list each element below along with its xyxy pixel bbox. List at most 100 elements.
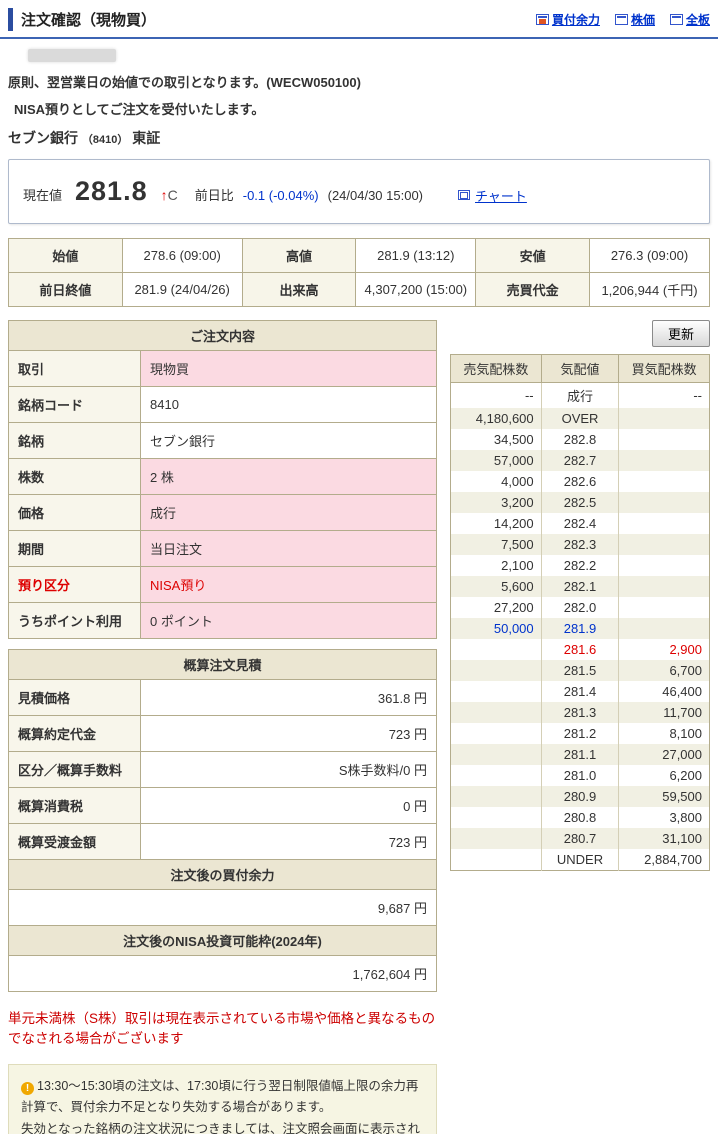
nisa-notice: NISA預りとしてご注文を受付いたします。 <box>14 102 265 117</box>
section-value: 9,687 円 <box>8 889 437 926</box>
chart-link[interactable]: チャート <box>458 186 527 205</box>
s-share-warning: 単元未満株（S株）取引は現在表示されている市場や価格と異なるものでなされる場合が… <box>8 1011 436 1046</box>
book-row: 7,500 282.3 <box>450 534 710 555</box>
price-cell: UNDER <box>540 849 619 871</box>
detail-value: セブン銀行 <box>140 422 437 459</box>
book-row: 281.2 8,100 <box>451 723 710 744</box>
quote-value: 276.3 (09:00) <box>588 238 711 273</box>
estimate-row: 区分／概算手数料 S株手数料/0 円 <box>8 751 437 788</box>
book-row: 3,200 282.5 <box>450 492 710 513</box>
buy-qty-cell <box>618 513 710 534</box>
buy-qty-cell: 8,100 <box>618 723 710 744</box>
main-content: 原則、翌営業日の始値での取引となります。(WECW050100) NISA預りと… <box>0 49 718 1134</box>
order-detail-row: 銘柄コード 8410 <box>8 386 437 423</box>
page-header: 注文確認（現物買） 買付余力 株価 全板 <box>0 0 718 39</box>
detail-label: うちポイント利用 <box>8 602 141 639</box>
price-cell: 282.1 <box>540 576 619 597</box>
book-header-row: 売気配株数 気配値 買気配株数 <box>450 354 710 383</box>
estimate-value: 361.8 円 <box>140 679 437 716</box>
section-title: 注文後のNISA投資可能枠(2024年) <box>8 925 437 956</box>
sell-qty-cell: 5,600 <box>450 576 542 597</box>
full-board-icon <box>669 14 683 25</box>
book-header: 気配値 <box>540 354 620 383</box>
quote-value: 1,206,944 (千円) <box>588 272 711 307</box>
detail-label: 株数 <box>8 458 141 495</box>
detail-value: 当日注文 <box>140 530 437 567</box>
header-link-stock-price[interactable]: 株価 <box>614 11 655 28</box>
quote-label: 前日終値 <box>8 272 123 307</box>
order-detail-row: 価格 成行 <box>8 494 437 531</box>
book-row: 57,000 282.7 <box>450 450 710 471</box>
book-row: 281.5 6,700 <box>450 660 710 681</box>
buy-qty-cell <box>618 576 710 597</box>
price-cell: 282.3 <box>540 534 619 555</box>
price-cell: 281.5 <box>540 660 619 681</box>
price-cell: 281.2 <box>540 723 619 744</box>
buy-qty-cell <box>618 534 710 555</box>
price-cell: 281.6 <box>540 639 619 660</box>
stock-price-icon <box>614 14 628 25</box>
buy-qty-cell: 2,884,700 <box>618 849 710 871</box>
order-confirmation-page: 注文確認（現物買） 買付余力 株価 全板 原則、翌営業日の始値での取引となります。(… <box>0 0 718 1134</box>
quote-label: 出来高 <box>241 272 357 307</box>
quote-value: 281.9 (13:12) <box>355 238 477 273</box>
sell-qty-cell: 57,000 <box>450 450 542 471</box>
book-row: 281.6 2,900 <box>451 639 710 660</box>
buying-power-icon <box>535 14 549 25</box>
quote-label: 売買代金 <box>475 272 590 307</box>
estimate-title: 概算注文見積 <box>8 649 437 680</box>
sell-qty-cell: 2,100 <box>501 558 534 573</box>
buy-qty-cell <box>618 429 710 450</box>
header-link-label: 全板 <box>685 13 710 27</box>
sell-qty-cell: 4,000 <box>501 474 534 489</box>
change-label: 前日比 <box>194 188 234 203</box>
change-time: (24/04/30 15:00) <box>327 188 424 203</box>
estimate-value: S株手数料/0 円 <box>140 751 437 788</box>
sell-qty-cell: 34,500 <box>493 432 534 447</box>
window-icon <box>458 190 471 200</box>
price-cell: 281.3 <box>540 702 619 723</box>
sell-qty-cell: 14,200 <box>493 516 534 531</box>
detail-label: 預り区分 <box>8 566 141 603</box>
book-row: 5,600 282.1 <box>450 576 710 597</box>
order-detail-row: 取引 現物買 <box>8 350 437 387</box>
buy-qty-cell: -- <box>618 382 710 408</box>
execution-notice: 原則、翌営業日の始値での取引となります。(WECW050100) <box>8 75 361 90</box>
current-price-box: 現在値 281.8 ↑C 前日比 -0.1 (-0.04%) (24/04/30… <box>8 159 710 224</box>
estimate-section-header: 注文後のNISA投資可能枠(2024年) <box>8 925 437 956</box>
detail-label: 取引 <box>8 350 141 387</box>
quote-value: 4,307,200 (15:00) <box>355 272 477 307</box>
buy-qty-cell: 3,800 <box>618 807 710 828</box>
order-details-title: ご注文内容 <box>8 320 437 351</box>
sell-qty-cell <box>450 660 542 681</box>
estimate-label: 見積価格 <box>8 679 141 716</box>
header-link-buying-power[interactable]: 買付余力 <box>535 11 600 28</box>
book-row: 281.4 46,400 <box>451 681 710 702</box>
buy-qty-cell <box>618 471 710 492</box>
book-row: 281.1 27,000 <box>450 744 710 765</box>
header-link-full-board[interactable]: 全板 <box>669 11 710 28</box>
price-cell: 282.7 <box>540 450 619 471</box>
price-direction: ↑C <box>161 187 178 203</box>
estimate-label: 区分／概算手数料 <box>8 751 141 788</box>
estimate-row: 概算約定代金 723 円 <box>8 715 437 752</box>
order-detail-row: 預り区分 NISA預り <box>8 566 437 603</box>
notice-lines: ! 13:30～15:30頃の注文は、17:30頃に行う翌日制限値幅上限の余力再計… <box>21 1076 424 1134</box>
header-link-label: 株価 <box>630 13 655 27</box>
sell-qty-cell: 4,180,600 <box>450 408 542 429</box>
redacted-text <box>28 49 116 62</box>
header-links: 買付余力 株価 全板 <box>535 11 710 28</box>
order-details-table: ご注文内容 取引 現物買 銘柄コード 8410 銘柄 セブン銀行 株数 2 株価格 成行 期間 当日… <box>8 320 437 639</box>
order-detail-row: 期間 当日注文 <box>8 530 437 567</box>
book-row: 2,100 282.2 <box>451 555 710 576</box>
price-cell: 281.4 <box>540 681 619 702</box>
buy-qty-cell: 27,000 <box>618 744 710 765</box>
current-price-label: 現在値 <box>23 188 63 203</box>
book-row: -- 成行 -- <box>451 382 710 408</box>
buy-qty-cell <box>618 408 710 429</box>
price-cell: 281.1 <box>540 744 619 765</box>
estimate-value: 723 円 <box>140 715 437 752</box>
notice-text: 失効となった銘柄の注文状況につきましては、注文照会画面に表示されます。 <box>21 1121 421 1134</box>
refresh-button[interactable]: 更新 <box>651 320 710 347</box>
quote-row: 始値 278.6 (09:00) 高値 281.9 (13:12) 安値 276.3 (0… <box>8 238 711 273</box>
